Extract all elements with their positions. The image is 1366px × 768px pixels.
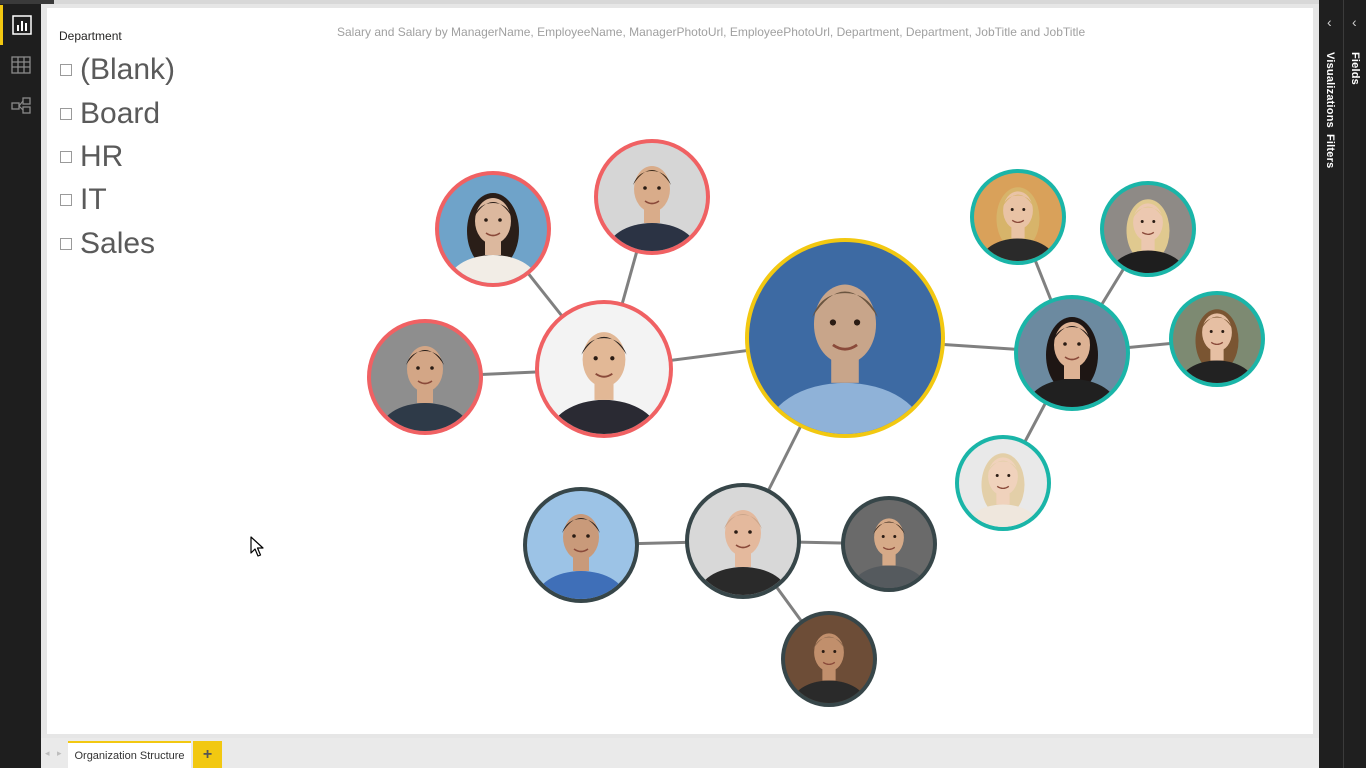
employee-node[interactable] (745, 238, 945, 486)
page-tabs-bar (41, 738, 1319, 768)
employee-node[interactable] (685, 483, 801, 627)
filters-pane-toggle[interactable]: Filters (1324, 134, 1336, 168)
tab-scroll-left-icon[interactable]: ◂ (45, 748, 50, 759)
employee-node[interactable] (435, 171, 551, 315)
employee-node[interactable] (955, 435, 1051, 554)
employee-node[interactable] (970, 169, 1066, 288)
employee-photo (539, 304, 669, 434)
add-page-button[interactable]: + (193, 741, 222, 768)
tab-scroll-right-icon[interactable]: ▸ (57, 748, 62, 759)
employee-node[interactable] (1169, 291, 1265, 410)
employee-node[interactable] (535, 300, 673, 471)
employee-node[interactable] (841, 496, 937, 615)
employee-node[interactable] (523, 487, 639, 631)
fields-pane-toggle[interactable]: Fields (1349, 52, 1361, 85)
employee-photo (749, 242, 941, 434)
org-network-chart (367, 139, 1265, 730)
visualizations-pane-toggle[interactable]: Visualizations (1324, 52, 1336, 128)
chevron-left-icon[interactable]: ‹ (1352, 14, 1357, 30)
employee-node[interactable] (594, 139, 710, 283)
tab-organization-structure[interactable]: Organization Structure (68, 741, 191, 768)
employee-node[interactable] (1014, 295, 1130, 439)
chevron-left-icon[interactable]: ‹ (1327, 14, 1332, 30)
employee-node[interactable] (781, 611, 877, 730)
mouse-cursor-icon (250, 536, 264, 557)
pane-divider (1343, 0, 1344, 768)
employee-node[interactable] (367, 319, 483, 463)
